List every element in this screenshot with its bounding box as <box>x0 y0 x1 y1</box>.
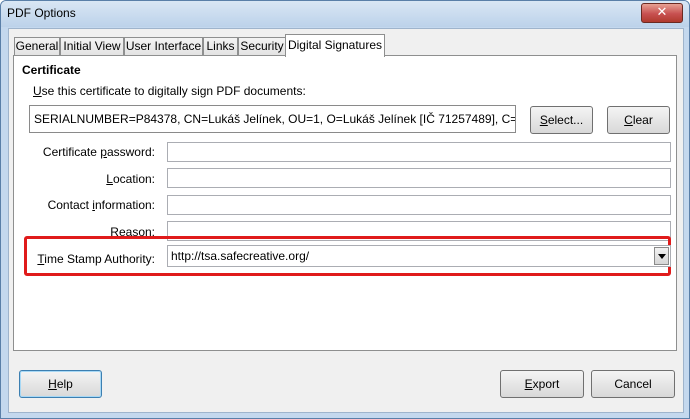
contact-information-input[interactable] <box>167 195 671 215</box>
tab-general[interactable]: General <box>14 37 60 55</box>
tab-user-interface[interactable]: User Interface <box>124 37 203 55</box>
certificate-field[interactable]: SERIALNUMBER=P84378, CN=Lukáš Jelínek, O… <box>29 105 516 133</box>
time-stamp-authority-combo[interactable]: http://tsa.safecreative.org/ <box>167 245 671 267</box>
clear-certificate-button[interactable]: Clear <box>607 106 670 134</box>
dialog-body: General Initial View User Interface Link… <box>8 28 684 413</box>
title-bar[interactable]: PDF Options ✕ <box>1 1 689 27</box>
help-button[interactable]: Help <box>19 370 102 398</box>
cancel-button[interactable]: Cancel <box>591 370 675 398</box>
tab-security[interactable]: Security <box>238 37 286 55</box>
dropdown-arrow-icon[interactable] <box>654 247 669 265</box>
select-certificate-button[interactable]: Select... <box>530 106 593 134</box>
export-button[interactable]: Export <box>500 370 584 398</box>
location-input[interactable] <box>167 168 671 188</box>
location-label: Location: <box>106 172 155 186</box>
time-stamp-authority-label: Time Stamp Authority: <box>37 252 155 266</box>
use-certificate-label: Use this certificate to digitally sign P… <box>33 84 306 98</box>
certificate-password-label: Certificate password: <box>42 145 155 159</box>
contact-information-label: Contact information: <box>47 198 155 212</box>
pdf-options-dialog: PDF Options ✕ General Initial View User … <box>0 0 690 419</box>
tab-initial-view[interactable]: Initial View <box>60 37 124 55</box>
certificate-group-label: Certificate <box>22 63 81 77</box>
close-button[interactable]: ✕ <box>641 3 683 23</box>
certificate-password-input[interactable] <box>167 142 671 162</box>
window-title: PDF Options <box>7 6 76 20</box>
time-stamp-authority-value: http://tsa.safecreative.org/ <box>171 249 310 263</box>
tab-links[interactable]: Links <box>203 37 238 55</box>
tab-digital-signatures[interactable]: Digital Signatures <box>285 34 385 57</box>
